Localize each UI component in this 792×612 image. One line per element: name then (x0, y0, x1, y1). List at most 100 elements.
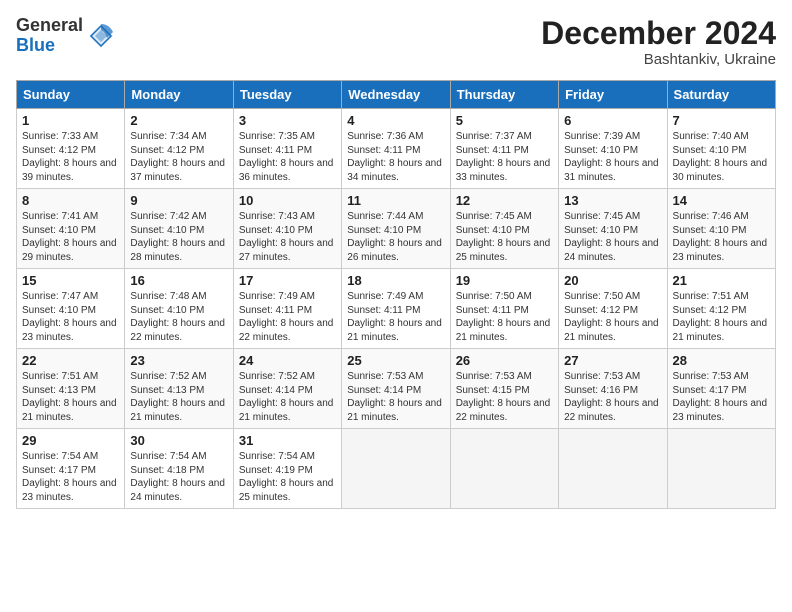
calendar-empty-cell (559, 429, 667, 509)
day-number: 13 (564, 193, 661, 208)
calendar-day-cell: 5 Sunrise: 7:37 AMSunset: 4:11 PMDayligh… (450, 109, 558, 189)
day-info: Sunrise: 7:41 AMSunset: 4:10 PMDaylight:… (22, 211, 117, 263)
calendar-empty-cell (450, 429, 558, 509)
calendar-header-saturday: Saturday (667, 81, 775, 109)
calendar-day-cell: 13 Sunrise: 7:45 AMSunset: 4:10 PMDaylig… (559, 189, 667, 269)
logo-general-text: General (16, 16, 83, 36)
day-number: 19 (456, 273, 553, 288)
day-info: Sunrise: 7:51 AMSunset: 4:13 PMDaylight:… (22, 371, 117, 423)
calendar-week-row: 1 Sunrise: 7:33 AMSunset: 4:12 PMDayligh… (17, 109, 776, 189)
calendar-day-cell: 26 Sunrise: 7:53 AMSunset: 4:15 PMDaylig… (450, 349, 558, 429)
day-info: Sunrise: 7:48 AMSunset: 4:10 PMDaylight:… (130, 291, 225, 343)
day-info: Sunrise: 7:52 AMSunset: 4:13 PMDaylight:… (130, 371, 225, 423)
day-number: 27 (564, 353, 661, 368)
calendar-day-cell: 8 Sunrise: 7:41 AMSunset: 4:10 PMDayligh… (17, 189, 125, 269)
calendar-header-sunday: Sunday (17, 81, 125, 109)
logo-icon (87, 22, 115, 50)
calendar-day-cell: 2 Sunrise: 7:34 AMSunset: 4:12 PMDayligh… (125, 109, 233, 189)
day-number: 2 (130, 113, 227, 128)
logo: General Blue (16, 16, 115, 56)
logo-blue-text: Blue (16, 36, 83, 56)
calendar-day-cell: 1 Sunrise: 7:33 AMSunset: 4:12 PMDayligh… (17, 109, 125, 189)
calendar-day-cell: 27 Sunrise: 7:53 AMSunset: 4:16 PMDaylig… (559, 349, 667, 429)
day-info: Sunrise: 7:44 AMSunset: 4:10 PMDaylight:… (347, 211, 442, 263)
calendar-day-cell: 30 Sunrise: 7:54 AMSunset: 4:18 PMDaylig… (125, 429, 233, 509)
day-number: 11 (347, 193, 444, 208)
calendar-day-cell: 19 Sunrise: 7:50 AMSunset: 4:11 PMDaylig… (450, 269, 558, 349)
calendar-header-wednesday: Wednesday (342, 81, 450, 109)
day-number: 23 (130, 353, 227, 368)
day-number: 26 (456, 353, 553, 368)
calendar-week-row: 29 Sunrise: 7:54 AMSunset: 4:17 PMDaylig… (17, 429, 776, 509)
calendar-day-cell: 11 Sunrise: 7:44 AMSunset: 4:10 PMDaylig… (342, 189, 450, 269)
day-number: 25 (347, 353, 444, 368)
calendar-day-cell: 9 Sunrise: 7:42 AMSunset: 4:10 PMDayligh… (125, 189, 233, 269)
day-info: Sunrise: 7:50 AMSunset: 4:12 PMDaylight:… (564, 291, 659, 343)
day-info: Sunrise: 7:49 AMSunset: 4:11 PMDaylight:… (347, 291, 442, 343)
day-number: 21 (673, 273, 770, 288)
day-info: Sunrise: 7:47 AMSunset: 4:10 PMDaylight:… (22, 291, 117, 343)
day-number: 4 (347, 113, 444, 128)
day-info: Sunrise: 7:53 AMSunset: 4:16 PMDaylight:… (564, 371, 659, 423)
day-number: 5 (456, 113, 553, 128)
day-number: 30 (130, 433, 227, 448)
day-info: Sunrise: 7:45 AMSunset: 4:10 PMDaylight:… (456, 211, 551, 263)
day-number: 20 (564, 273, 661, 288)
day-number: 22 (22, 353, 119, 368)
day-info: Sunrise: 7:36 AMSunset: 4:11 PMDaylight:… (347, 131, 442, 183)
calendar-empty-cell (342, 429, 450, 509)
day-info: Sunrise: 7:45 AMSunset: 4:10 PMDaylight:… (564, 211, 659, 263)
day-info: Sunrise: 7:54 AMSunset: 4:17 PMDaylight:… (22, 451, 117, 503)
day-number: 16 (130, 273, 227, 288)
calendar-day-cell: 25 Sunrise: 7:53 AMSunset: 4:14 PMDaylig… (342, 349, 450, 429)
calendar-day-cell: 10 Sunrise: 7:43 AMSunset: 4:10 PMDaylig… (233, 189, 341, 269)
day-info: Sunrise: 7:40 AMSunset: 4:10 PMDaylight:… (673, 131, 768, 183)
calendar-header-thursday: Thursday (450, 81, 558, 109)
day-number: 12 (456, 193, 553, 208)
calendar-day-cell: 7 Sunrise: 7:40 AMSunset: 4:10 PMDayligh… (667, 109, 775, 189)
calendar-day-cell: 12 Sunrise: 7:45 AMSunset: 4:10 PMDaylig… (450, 189, 558, 269)
day-number: 15 (22, 273, 119, 288)
day-info: Sunrise: 7:53 AMSunset: 4:17 PMDaylight:… (673, 371, 768, 423)
day-number: 3 (239, 113, 336, 128)
calendar-day-cell: 24 Sunrise: 7:52 AMSunset: 4:14 PMDaylig… (233, 349, 341, 429)
day-number: 18 (347, 273, 444, 288)
calendar-day-cell: 15 Sunrise: 7:47 AMSunset: 4:10 PMDaylig… (17, 269, 125, 349)
day-info: Sunrise: 7:42 AMSunset: 4:10 PMDaylight:… (130, 211, 225, 263)
day-info: Sunrise: 7:54 AMSunset: 4:18 PMDaylight:… (130, 451, 225, 503)
calendar-day-cell: 21 Sunrise: 7:51 AMSunset: 4:12 PMDaylig… (667, 269, 775, 349)
calendar-week-row: 8 Sunrise: 7:41 AMSunset: 4:10 PMDayligh… (17, 189, 776, 269)
calendar-week-row: 22 Sunrise: 7:51 AMSunset: 4:13 PMDaylig… (17, 349, 776, 429)
day-info: Sunrise: 7:43 AMSunset: 4:10 PMDaylight:… (239, 211, 334, 263)
day-number: 10 (239, 193, 336, 208)
title-block: December 2024 Bashtankiv, Ukraine (541, 16, 776, 68)
day-info: Sunrise: 7:33 AMSunset: 4:12 PMDaylight:… (22, 131, 117, 183)
calendar-table: SundayMondayTuesdayWednesdayThursdayFrid… (16, 80, 776, 509)
calendar-day-cell: 16 Sunrise: 7:48 AMSunset: 4:10 PMDaylig… (125, 269, 233, 349)
calendar-header-tuesday: Tuesday (233, 81, 341, 109)
calendar-header-monday: Monday (125, 81, 233, 109)
day-number: 7 (673, 113, 770, 128)
day-number: 14 (673, 193, 770, 208)
day-number: 1 (22, 113, 119, 128)
calendar-day-cell: 22 Sunrise: 7:51 AMSunset: 4:13 PMDaylig… (17, 349, 125, 429)
calendar-day-cell: 6 Sunrise: 7:39 AMSunset: 4:10 PMDayligh… (559, 109, 667, 189)
calendar-empty-cell (667, 429, 775, 509)
calendar-day-cell: 4 Sunrise: 7:36 AMSunset: 4:11 PMDayligh… (342, 109, 450, 189)
day-info: Sunrise: 7:51 AMSunset: 4:12 PMDaylight:… (673, 291, 768, 343)
day-number: 29 (22, 433, 119, 448)
day-info: Sunrise: 7:37 AMSunset: 4:11 PMDaylight:… (456, 131, 551, 183)
day-info: Sunrise: 7:54 AMSunset: 4:19 PMDaylight:… (239, 451, 334, 503)
calendar-day-cell: 14 Sunrise: 7:46 AMSunset: 4:10 PMDaylig… (667, 189, 775, 269)
calendar-day-cell: 23 Sunrise: 7:52 AMSunset: 4:13 PMDaylig… (125, 349, 233, 429)
calendar-day-cell: 18 Sunrise: 7:49 AMSunset: 4:11 PMDaylig… (342, 269, 450, 349)
day-info: Sunrise: 7:46 AMSunset: 4:10 PMDaylight:… (673, 211, 768, 263)
calendar-day-cell: 31 Sunrise: 7:54 AMSunset: 4:19 PMDaylig… (233, 429, 341, 509)
day-info: Sunrise: 7:35 AMSunset: 4:11 PMDaylight:… (239, 131, 334, 183)
day-number: 6 (564, 113, 661, 128)
day-info: Sunrise: 7:50 AMSunset: 4:11 PMDaylight:… (456, 291, 551, 343)
day-number: 8 (22, 193, 119, 208)
calendar-header-friday: Friday (559, 81, 667, 109)
calendar-day-cell: 28 Sunrise: 7:53 AMSunset: 4:17 PMDaylig… (667, 349, 775, 429)
day-number: 31 (239, 433, 336, 448)
